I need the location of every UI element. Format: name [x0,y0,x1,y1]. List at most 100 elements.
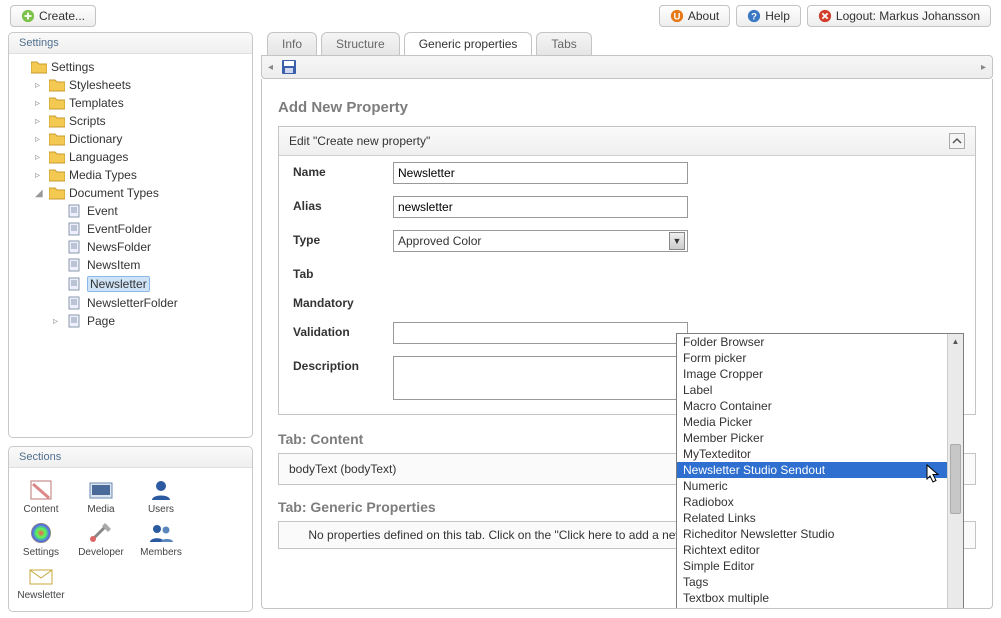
folder-icon [49,132,65,146]
type-select[interactable]: Approved Color ▼ [393,230,688,252]
edit-property-title: Edit "Create new property" [289,134,430,148]
tree-item[interactable]: ▹Templates [33,94,246,112]
dropdown-option[interactable]: Numeric [677,478,947,494]
doc-icon [67,222,83,236]
name-label: Name [293,162,393,179]
help-icon: ? [747,9,761,23]
tree-root-settings[interactable]: Settings [15,58,246,76]
plus-icon [21,9,35,23]
tree-item[interactable]: ▹Dictionary [33,130,246,148]
dropdown-option[interactable]: Simple Editor [677,558,947,574]
dropdown-option[interactable]: Form picker [677,350,947,366]
tree-item[interactable]: NewsItem [51,256,246,274]
dropdown-option[interactable]: Richtext editor [677,542,947,558]
logout-button[interactable]: Logout: Markus Johansson [807,5,991,27]
tree-label: Document Types [69,186,159,200]
tab-info[interactable]: Info [267,32,317,55]
section-item-members[interactable]: Members [137,521,185,558]
doc-icon [67,258,83,272]
dropdown-option[interactable]: Textstring [677,606,947,609]
cursor-icon [926,464,940,484]
svg-text:U: U [673,12,680,23]
scroll-up-icon[interactable]: ▲ [948,334,963,348]
tree-label: Settings [51,60,94,74]
description-label: Description [293,356,393,373]
dropdown-option[interactable]: Related Links [677,510,947,526]
tree-item[interactable]: ▹Page [51,312,246,330]
save-icon[interactable] [281,59,297,75]
tree-label: Event [87,204,118,218]
section-label: Users [137,504,185,515]
tree-item-doctypes[interactable]: ◢ Document Types [33,184,246,202]
collapse-button[interactable] [949,133,965,149]
tree-item[interactable]: ▹Media Types [33,166,246,184]
tree-item[interactable]: Newsletter [51,274,246,294]
help-button[interactable]: ? Help [736,5,801,27]
tree-item[interactable]: NewsFolder [51,238,246,256]
expand-arrow-icon: ▹ [35,152,45,163]
property-label: bodyText (bodyText) [289,462,396,476]
folder-icon [49,114,65,128]
section-item-settings[interactable]: Settings [17,521,65,558]
alias-input[interactable] [393,196,688,218]
tree-label: EventFolder [87,222,152,236]
section-label: Developer [77,547,125,558]
name-input[interactable] [393,162,688,184]
type-value: Approved Color [398,234,481,248]
logout-label: Logout: Markus Johansson [836,9,980,23]
folder-icon [31,60,47,74]
validation-input[interactable] [393,322,688,344]
tree-item[interactable]: ▹Scripts [33,112,246,130]
create-button[interactable]: Create... [10,5,96,27]
section-item-content[interactable]: Content [17,478,65,515]
add-new-title: Add New Property [278,99,976,116]
tab-generic-properties[interactable]: Generic properties [404,32,533,55]
description-input[interactable] [393,356,688,400]
settings-title: Settings [9,33,252,54]
dropdown-option[interactable]: Richeditor Newsletter Studio [677,526,947,542]
dropdown-option[interactable]: Tags [677,574,947,590]
tree-label: NewsletterFolder [87,296,178,310]
sections-title: Sections [9,447,252,468]
tree-item[interactable]: Event [51,202,246,220]
media-icon [87,478,115,502]
dropdown-option[interactable]: MyTexteditor [677,446,947,462]
section-label: Members [137,547,185,558]
about-button[interactable]: U About [659,5,730,27]
doc-icon [67,204,83,218]
scroll-thumb[interactable] [950,444,961,514]
dropdown-option[interactable]: Newsletter Studio Sendout [677,462,947,478]
tree-label: Languages [69,150,128,164]
scroll-right-icon[interactable]: ▸ [981,62,986,73]
tab-structure[interactable]: Structure [321,32,400,55]
section-item-newsletter[interactable]: Newsletter [17,564,65,601]
tree-item[interactable]: NewsletterFolder [51,294,246,312]
dropdown-option[interactable]: Textbox multiple [677,590,947,606]
tree-item[interactable]: EventFolder [51,220,246,238]
section-item-media[interactable]: Media [77,478,125,515]
doc-icon [67,314,83,328]
create-label: Create... [39,9,85,23]
dropdown-option[interactable]: Folder Browser [677,334,947,350]
dropdown-option[interactable]: Macro Container [677,398,947,414]
scroll-left-icon[interactable]: ◂ [268,62,273,73]
doc-icon [67,277,83,291]
scrollbar[interactable]: ▲ ▼ [947,334,963,609]
alias-label: Alias [293,196,393,213]
type-dropdown-list[interactable]: Folder BrowserForm pickerImage CropperLa… [676,333,964,609]
expand-arrow-icon: ▹ [35,80,45,91]
dropdown-option[interactable]: Image Cropper [677,366,947,382]
section-item-users[interactable]: Users [137,478,185,515]
dropdown-option[interactable]: Label [677,382,947,398]
dropdown-option[interactable]: Member Picker [677,430,947,446]
dropdown-option[interactable]: Media Picker [677,414,947,430]
tree-item[interactable]: ▹ Languages [33,148,246,166]
tree-item[interactable]: ▹Stylesheets [33,76,246,94]
settings-panel: Settings Settings ▹Stylesheets▹Templates… [8,32,253,438]
section-item-developer[interactable]: Developer [77,521,125,558]
tab-tabs[interactable]: Tabs [536,32,591,55]
validation-label: Validation [293,322,393,339]
dropdown-option[interactable]: Radiobox [677,494,947,510]
sections-panel: Sections Content Media Users Settings Develo… [8,446,253,612]
newsletter-icon [27,564,55,588]
